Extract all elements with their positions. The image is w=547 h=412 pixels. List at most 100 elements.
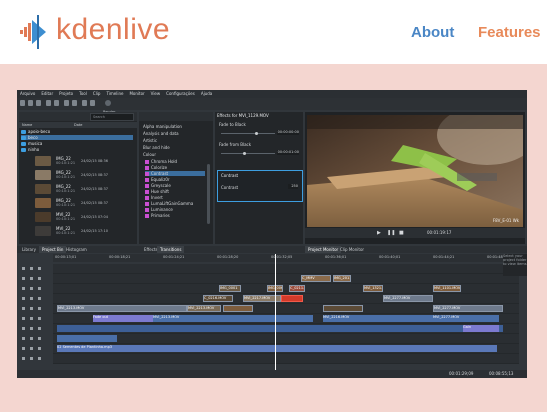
contrast-effect-box[interactable]: Contrast Contrast 250 — [217, 170, 303, 202]
mute-icon[interactable] — [30, 357, 33, 360]
timeline-clip[interactable]: MVI_2277.MOV — [433, 305, 503, 312]
timeline-clip[interactable]: MVI_2213.MOV — [57, 305, 187, 312]
bin-clip[interactable]: IMG_22 00:10:1:21 24/02/15 08:37 — [33, 183, 135, 196]
track-area[interactable]: Gain — [53, 324, 519, 334]
render-icon[interactable] — [105, 100, 111, 106]
effect-item[interactable]: LumaLiftGainGamma — [145, 201, 193, 206]
folder-item[interactable]: apoio-beco — [21, 129, 133, 134]
new-file-icon[interactable] — [20, 100, 25, 106]
effect-item[interactable]: Luminance — [145, 207, 173, 212]
eye-icon[interactable] — [38, 267, 41, 270]
lock-icon[interactable] — [22, 307, 25, 310]
effect-category[interactable]: Colour — [143, 152, 156, 157]
tab-histogram[interactable]: Histogram — [63, 246, 90, 253]
menu-view[interactable]: View — [151, 90, 161, 98]
tab-library[interactable]: Library — [19, 246, 39, 253]
eye-icon[interactable] — [38, 287, 41, 290]
fade-from-black-value[interactable]: 00:00:01:00 — [277, 150, 299, 155]
tab-project-monitor[interactable]: Project Monitor — [305, 246, 342, 253]
lock-icon[interactable] — [22, 337, 25, 340]
timeline-clip[interactable]: MVI_2213.MOV — [187, 305, 221, 312]
audio-clip[interactable]: MVI_2216.MOV — [323, 315, 433, 322]
monitor-timecode[interactable]: 00:01:19:17 — [427, 228, 451, 238]
fade-to-black-slider[interactable] — [221, 133, 275, 134]
transition-clip[interactable]: Gain — [463, 325, 499, 332]
track-area[interactable]: 02 Sementes de Plantinha.mp3 — [53, 344, 519, 354]
fade-to-black-value[interactable]: 00:00:00:00 — [277, 130, 299, 135]
mute-icon[interactable] — [30, 347, 33, 350]
eye-icon[interactable] — [38, 347, 41, 350]
timeline-clip[interactable]: C_MMV — [301, 275, 331, 282]
open-folder-icon[interactable] — [28, 100, 33, 106]
eye-icon[interactable] — [38, 277, 41, 280]
lock-icon[interactable] — [22, 347, 25, 350]
effect-item[interactable]: Colorize — [145, 165, 167, 170]
timeline-clip[interactable] — [323, 305, 363, 312]
effect-item-selected[interactable]: Contrast — [145, 171, 205, 176]
audio-clip[interactable]: MVI_2213.MOV — [153, 315, 313, 322]
effect-category[interactable]: Blur and hide — [143, 145, 170, 150]
track-area[interactable] — [53, 334, 519, 344]
lock-icon[interactable] — [22, 317, 25, 320]
effects-scrollbar[interactable] — [207, 164, 210, 224]
timeline-clip[interactable]: C_0211.MOV — [289, 285, 305, 292]
lock-icon[interactable] — [22, 297, 25, 300]
timeline-clip[interactable]: IMG_0001 — [219, 285, 241, 292]
track-area[interactable]: MVI_2213.MOV MVI_2213.MOV MVI_2277.MOV — [53, 304, 519, 314]
menu-configuracoes[interactable]: Configurações — [166, 90, 195, 98]
play-icon[interactable]: ▶ — [377, 228, 381, 238]
slider-handle[interactable] — [243, 152, 246, 155]
status-timecode[interactable]: 00:01:29;09 — [449, 370, 473, 378]
bin-clip[interactable]: MVI_22 00:10:1:21 24/02/15 07:04 — [33, 211, 135, 224]
eye-icon[interactable] — [38, 297, 41, 300]
timeline-clip[interactable]: MVI_1321.MOV — [363, 285, 383, 292]
timeline-clip-selected[interactable] — [281, 295, 303, 302]
eye-icon[interactable] — [38, 317, 41, 320]
contrast-value[interactable]: 250 — [288, 184, 298, 189]
mute-icon[interactable] — [30, 327, 33, 330]
mute-icon[interactable] — [30, 297, 33, 300]
menu-timeline[interactable]: Timeline — [106, 90, 123, 98]
save-icon[interactable] — [36, 100, 41, 106]
effect-item[interactable]: Greyscale — [145, 183, 171, 188]
bin-clip[interactable]: IMG_22 00:10:1:21 24/02/15 08:37 — [33, 169, 135, 182]
track-area[interactable]: C_MMV IMG_2011 — [53, 274, 519, 284]
mute-icon[interactable] — [30, 287, 33, 290]
effect-category[interactable]: Analysis and data — [143, 131, 179, 136]
copy-icon[interactable] — [64, 100, 69, 106]
eye-icon[interactable] — [38, 307, 41, 310]
effect-item[interactable]: Invert — [145, 195, 163, 200]
timeline-clip[interactable]: C_0216.MOV — [203, 295, 233, 302]
music-clip[interactable]: 02 Sementes de Plantinha.mp3 — [57, 345, 497, 352]
fade-to-black-label[interactable]: Fade to Black — [219, 122, 299, 127]
eye-icon[interactable] — [38, 337, 41, 340]
lock-icon[interactable] — [22, 287, 25, 290]
timeline-clip[interactable] — [223, 305, 253, 312]
cut-icon[interactable] — [82, 100, 87, 106]
track-area[interactable]: C_0216.MOV MVI_2217.MOV MVI_2277.MOV — [53, 294, 519, 304]
folder-item[interactable]: ninho — [21, 147, 133, 152]
column-name[interactable]: Name — [22, 122, 32, 128]
mute-icon[interactable] — [30, 277, 33, 280]
mute-icon[interactable] — [30, 307, 33, 310]
menu-projeto[interactable]: Projeto — [59, 90, 73, 98]
column-date[interactable]: Date — [74, 122, 82, 128]
menu-ajuda[interactable]: Ajuda — [201, 90, 212, 98]
menu-clip[interactable]: Clip — [93, 90, 101, 98]
monitor-video-frame[interactable]: F8V_E-01 Wk — [307, 115, 523, 227]
transition-clip[interactable]: Fade out — [93, 315, 153, 322]
timeline-clip[interactable]: IMG_2011 — [333, 275, 351, 282]
mute-icon[interactable] — [30, 267, 33, 270]
delete-icon[interactable] — [90, 100, 95, 106]
undo-icon[interactable] — [46, 100, 51, 106]
paste-icon[interactable] — [72, 100, 77, 106]
effect-item[interactable]: Primaries — [145, 213, 170, 218]
menu-monitor[interactable]: Monitor — [129, 90, 144, 98]
folder-item[interactable]: musica — [21, 141, 133, 146]
track-area[interactable] — [53, 264, 519, 274]
audio-clip[interactable]: MVI_2277.MOV — [433, 315, 499, 322]
effect-category[interactable]: Alpha manipulation — [143, 124, 182, 129]
mute-icon[interactable] — [30, 317, 33, 320]
tab-clip-monitor[interactable]: Clip Monitor — [337, 246, 367, 253]
eye-icon[interactable] — [38, 357, 41, 360]
